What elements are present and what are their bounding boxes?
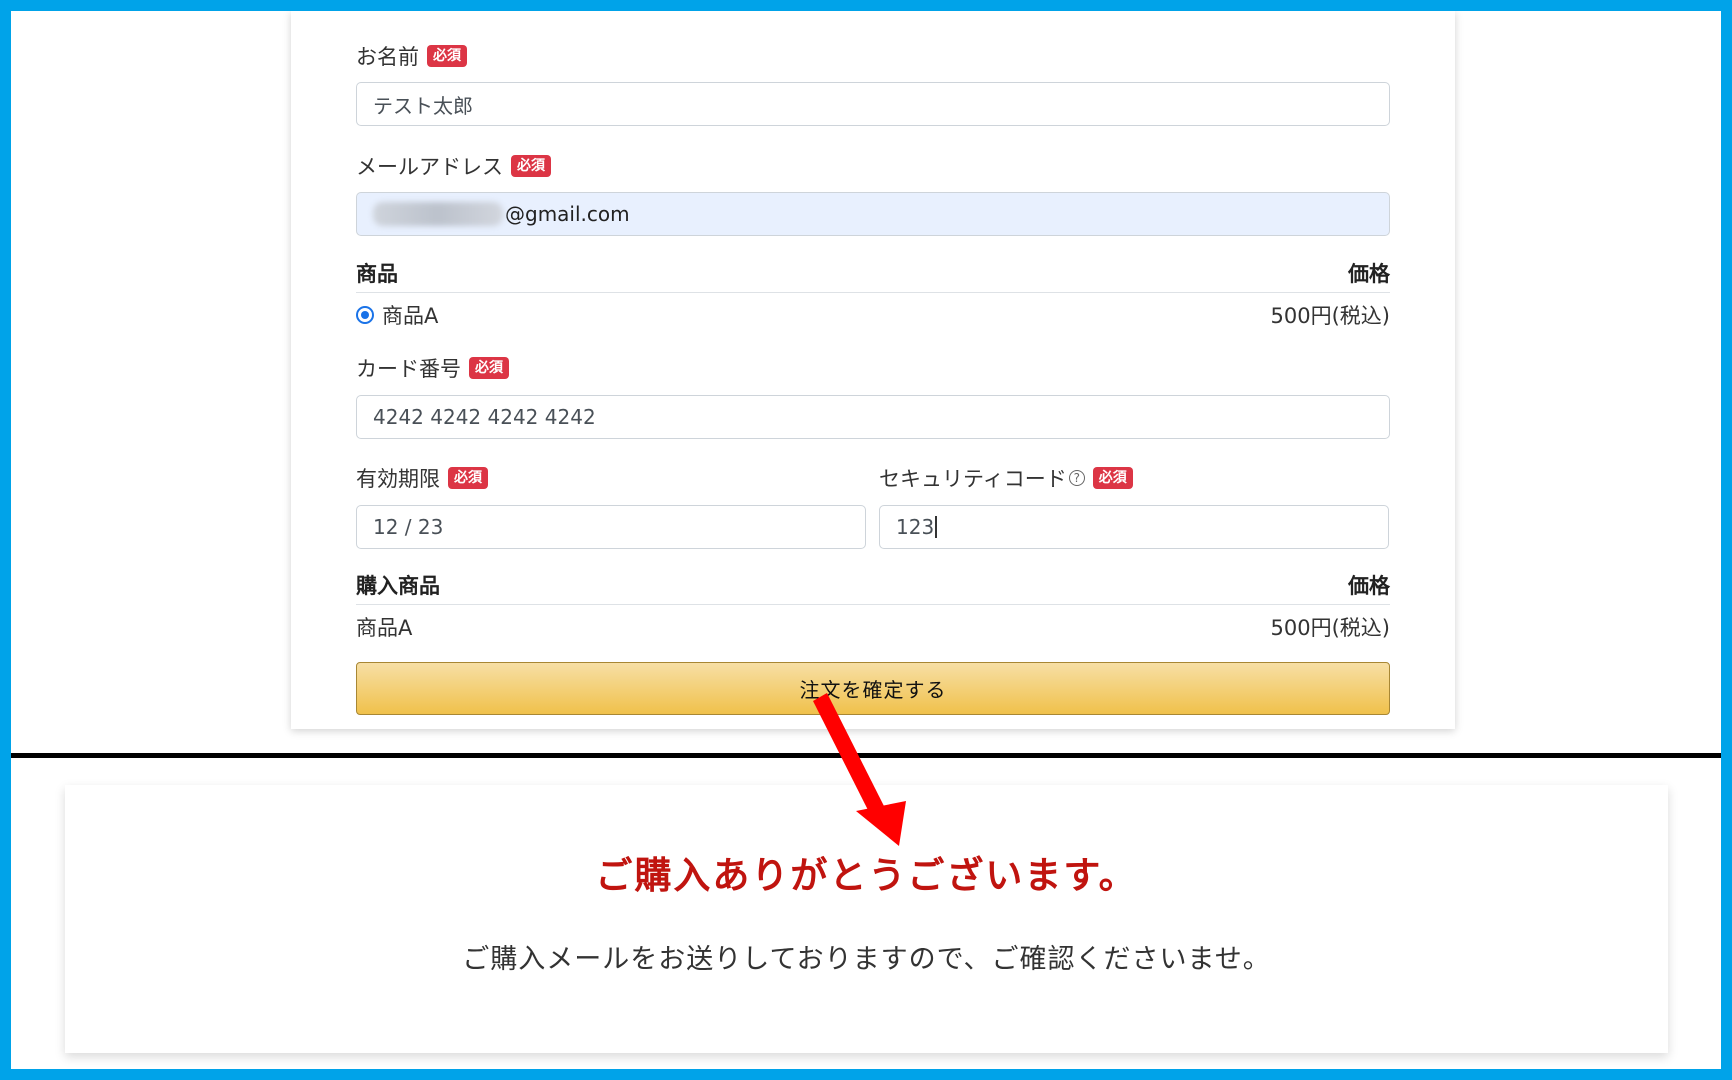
required-badge: 必須 [448, 467, 488, 489]
redacted-email-user [373, 202, 503, 226]
security-code-label-text: セキュリティコード [879, 467, 1067, 491]
email-input-value: @gmail.com [505, 202, 630, 226]
purchase-product-name: 商品A [356, 616, 413, 640]
confirm-order-button[interactable]: 注文を確定する [356, 662, 1390, 715]
required-badge: 必須 [469, 357, 509, 379]
email-label: メールアドレス 必須 [356, 151, 551, 181]
product-option[interactable]: 商品A [356, 300, 438, 330]
required-badge: 必須 [511, 155, 551, 177]
card-number-value: 4242 4242 4242 4242 [373, 405, 596, 429]
email-label-text: メールアドレス [356, 155, 503, 179]
required-badge: 必須 [1092, 467, 1133, 489]
thanks-title: ご購入ありがとうございます。 [595, 854, 1138, 897]
expiry-label: 有効期限 必須 [356, 463, 488, 493]
product-column-header: 商品 [356, 262, 398, 286]
product-table-header: 商品 価格 [356, 261, 1390, 293]
purchase-row: 商品A 500円(税込) [356, 611, 1390, 643]
product-price: 500円(税込) [1270, 304, 1390, 328]
security-code-input[interactable]: 123 [879, 505, 1389, 549]
name-label: お名前 必須 [356, 41, 467, 71]
product-row: 商品A 500円(税込) [356, 299, 1390, 331]
purchase-table-header: 購入商品 価格 [356, 573, 1390, 605]
purchase-product-column-header: 購入商品 [356, 574, 440, 598]
radio-selected-dot [361, 311, 369, 319]
order-form-card: お名前 必須 テスト太郎 メールアドレス 必須 @gmail.com 商品 価格… [291, 11, 1455, 729]
price-column-header: 価格 [1348, 262, 1390, 286]
required-badge: 必須 [427, 45, 467, 67]
name-input-value: テスト太郎 [373, 93, 473, 118]
expiry-value: 12 / 23 [373, 515, 444, 539]
text-cursor [935, 516, 937, 538]
expiry-label-text: 有効期限 [356, 467, 440, 491]
section-divider [11, 753, 1721, 758]
security-code-value: 123 [896, 515, 935, 539]
purchase-price-column-header: 価格 [1348, 574, 1390, 598]
expiry-input[interactable]: 12 / 23 [356, 505, 866, 549]
name-input[interactable]: テスト太郎 [356, 82, 1390, 126]
security-code-label: セキュリティコード ? 必須 [879, 463, 1133, 493]
thanks-card: ご購入ありがとうございます。 ご購入メールをお送りしておりますので、ご確認くださ… [65, 785, 1668, 1053]
product-name: 商品A [382, 304, 439, 328]
card-number-label-text: カード番号 [356, 357, 461, 381]
card-number-input[interactable]: 4242 4242 4242 4242 [356, 395, 1390, 439]
product-radio[interactable] [356, 306, 374, 324]
card-number-label: カード番号 必須 [356, 353, 509, 383]
question-circle-icon[interactable]: ? [1068, 470, 1085, 486]
thanks-message: ご購入メールをお送りしておりますので、ご確認くださいませ。 [462, 944, 1271, 975]
purchase-product-price: 500円(税込) [1270, 616, 1390, 640]
screenshot-frame: お名前 必須 テスト太郎 メールアドレス 必須 @gmail.com 商品 価格… [0, 0, 1732, 1080]
email-input[interactable]: @gmail.com [356, 192, 1390, 236]
name-label-text: お名前 [356, 45, 419, 69]
